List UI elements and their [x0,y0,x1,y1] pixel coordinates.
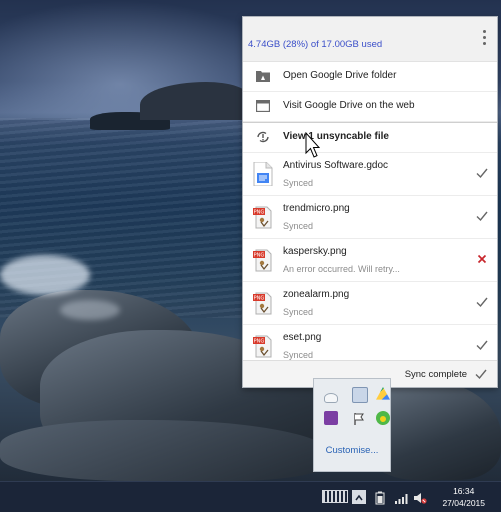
clock-date: 27/04/2015 [442,498,485,508]
google-doc-icon [253,162,273,186]
customise-link[interactable]: Customise... [314,445,390,456]
sync-status-label: Sync complete [404,369,467,380]
taskbar: 16:34 27/04/2015 [0,481,501,512]
file-row[interactable]: PNG trendmicro.png Synced [243,196,497,239]
tray-overflow-flyout: Customise... [313,378,391,472]
recent-files-list: Antivirus Software.gdoc Synced PNG trend… [243,153,497,365]
file-row[interactable]: PNG eset.png Synced [243,325,497,365]
visit-drive-web-item[interactable]: Visit Google Drive on the web [243,92,497,122]
open-drive-folder-label: Open Google Drive folder [283,70,397,81]
google-drive-panel: 4.74GB (28%) of 17.00GB used Open Google… [242,16,498,388]
png-file-icon: PNG [253,292,272,315]
file-row[interactable]: PNG kaspersky.png An error occurred. Wil… [243,239,497,282]
more-options-icon[interactable] [483,30,487,46]
visit-drive-web-label: Visit Google Drive on the web [283,100,415,111]
show-hidden-icons-button[interactable] [352,490,366,504]
folder-drive-icon [256,71,270,82]
png-file-icon: PNG [253,249,272,272]
browser-window-icon [256,100,270,112]
google-drive-tray-icon[interactable] [376,387,390,400]
security-tray-icon[interactable] [376,411,390,425]
checkmark-icon [476,297,488,308]
file-name: kaspersky.png [283,246,347,257]
storage-usage: 4.74GB (28%) of 17.00GB used [248,39,383,50]
wave-splash [0,255,90,295]
view-unsyncable-label: View 1 unsyncable file [283,131,389,142]
png-file-icon: PNG [253,335,272,358]
png-badge: PNG [254,296,265,302]
mouse-pointer-icon [305,132,321,158]
file-name: eset.png [283,332,322,343]
app-tray-icon[interactable] [352,387,368,403]
checkmark-icon [476,211,488,222]
touch-keyboard-icon[interactable] [322,490,348,503]
file-row[interactable]: PNG zonealarm.png Synced [243,282,497,325]
onenote-tray-icon[interactable] [324,411,338,425]
onedrive-tray-icon[interactable] [324,393,338,403]
sync-error-icon [257,131,269,143]
sync-complete-check-icon [475,369,487,380]
file-status: Synced [283,350,314,360]
file-name: Antivirus Software.gdoc [283,160,389,171]
png-badge: PNG [254,210,265,216]
clock-time: 16:34 [453,486,475,496]
taskbar-clock[interactable]: 16:34 27/04/2015 [442,485,485,509]
file-status: Synced [283,307,314,317]
png-badge: PNG [254,339,265,345]
file-status: An error occurred. Will retry... [283,264,400,274]
checkmark-icon [476,340,488,351]
panel-header: 4.74GB (28%) of 17.00GB used [243,17,497,62]
png-file-icon: PNG [253,206,272,229]
checkmark-icon [476,168,488,179]
error-x-icon [477,254,487,264]
network-signal-icon[interactable] [394,490,408,504]
file-status: Synced [283,221,314,231]
file-name: trendmicro.png [283,203,350,214]
action-center-flag-icon[interactable] [352,411,366,425]
volume-muted-icon[interactable] [413,490,427,504]
file-name: zonealarm.png [283,289,350,300]
open-drive-folder-item[interactable]: Open Google Drive folder [243,62,497,92]
view-unsyncable-item[interactable]: View 1 unsyncable file [243,123,497,153]
file-status: Synced [283,178,314,188]
wave-splash-2 [60,300,120,320]
file-row[interactable]: Antivirus Software.gdoc Synced [243,153,497,196]
battery-icon[interactable] [375,490,385,505]
png-badge: PNG [254,253,265,259]
